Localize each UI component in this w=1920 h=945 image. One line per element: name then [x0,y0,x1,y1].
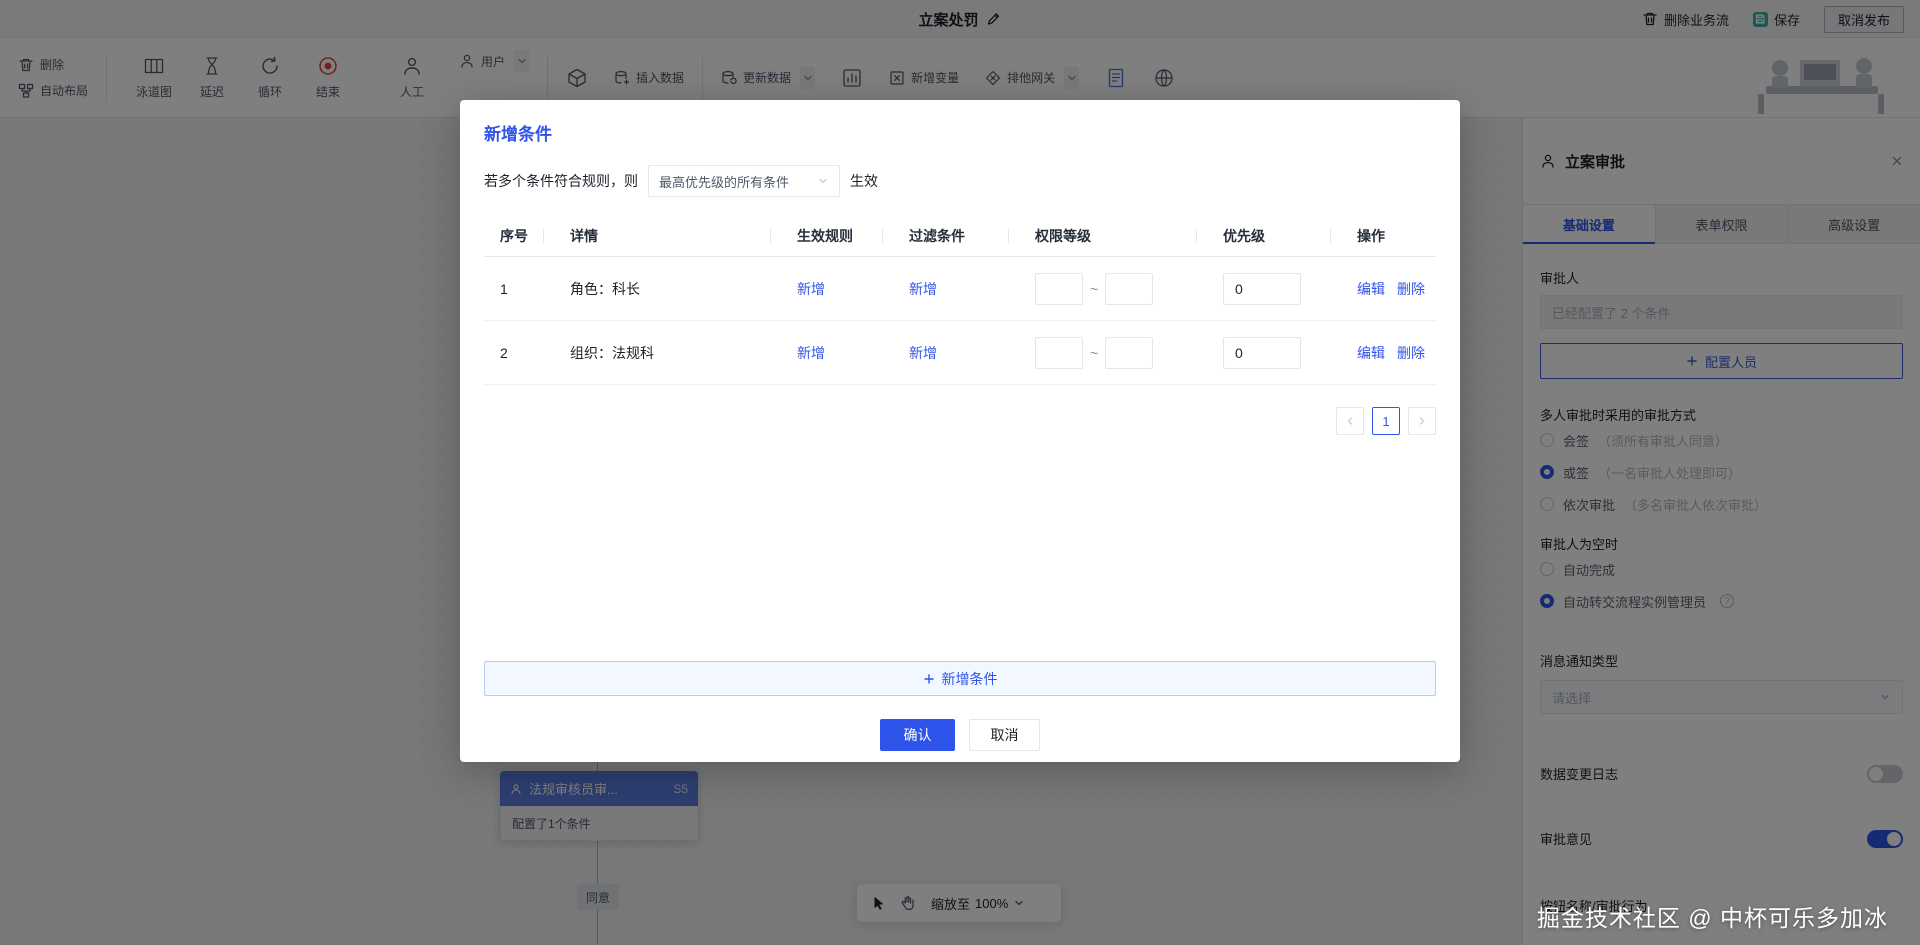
add-condition-modal: 新增条件 若多个条件符合规则，则 最高优先级的所有条件 生效 序号 详情 生效规… [460,100,1460,762]
chevron-left-icon [1344,415,1356,427]
table-row: 2 组织：法规科 新增 新增 ~ 0 编辑 删除 [484,321,1436,385]
flow-designer-app: 立案处罚 删除业务流 保存 取消发布 删除 [0,0,1920,945]
table-header-row: 序号 详情 生效规则 过滤条件 权限等级 优先级 操作 [484,215,1436,257]
chevron-down-icon [817,175,829,187]
plus-icon [923,673,935,685]
next-page-button[interactable] [1408,407,1436,435]
col-header-priority: 优先级 [1207,226,1341,246]
row-no: 1 [484,281,554,297]
row-no: 2 [484,345,554,361]
watermark: 掘金技术社区 @ 中杯可乐多加冰 [1537,899,1888,933]
range-separator: ~ [1090,345,1098,361]
col-header-permission-level: 权限等级 [1019,226,1207,246]
row-detail: 角色：科长 [554,279,781,299]
col-header-no: 序号 [484,226,554,246]
rule-suffix: 生效 [850,171,878,191]
rule-prefix: 若多个条件符合规则，则 [484,171,638,191]
delete-row-link[interactable]: 删除 [1397,343,1425,363]
edit-row-link[interactable]: 编辑 [1357,343,1385,363]
rule-select[interactable]: 最高优先级的所有条件 [648,165,840,197]
col-header-filter: 过滤条件 [893,226,1019,246]
permission-min-input[interactable] [1035,337,1083,369]
edit-row-link[interactable]: 编辑 [1357,279,1385,299]
filter-add-link[interactable]: 新增 [909,281,937,297]
modal-footer: 确认 取消 [460,719,1460,751]
priority-input[interactable]: 0 [1223,273,1301,305]
priority-input[interactable]: 0 [1223,337,1301,369]
delete-row-link[interactable]: 删除 [1397,279,1425,299]
confirm-button[interactable]: 确认 [880,719,955,751]
permission-max-input[interactable] [1105,273,1153,305]
conditions-table: 序号 详情 生效规则 过滤条件 权限等级 优先级 操作 1 角色：科长 新增 新… [484,215,1436,385]
effective-rule-add-link[interactable]: 新增 [797,281,825,297]
table-row: 1 角色：科长 新增 新增 ~ 0 编辑 删除 [484,257,1436,321]
rule-row: 若多个条件符合规则，则 最高优先级的所有条件 生效 [484,165,1436,197]
permission-max-input[interactable] [1105,337,1153,369]
modal-title: 新增条件 [484,120,1436,145]
add-condition-button[interactable]: 新增条件 [484,661,1436,696]
rule-selected-value: 最高优先级的所有条件 [659,172,789,191]
col-header-operations: 操作 [1341,226,1436,246]
effective-rule-add-link[interactable]: 新增 [797,345,825,361]
page-number-button[interactable]: 1 [1372,407,1400,435]
cancel-button[interactable]: 取消 [969,719,1040,751]
permission-min-input[interactable] [1035,273,1083,305]
filter-add-link[interactable]: 新增 [909,345,937,361]
add-condition-label: 新增条件 [942,669,998,689]
range-separator: ~ [1090,281,1098,297]
prev-page-button[interactable] [1336,407,1364,435]
pagination: 1 [484,407,1436,435]
col-header-effective-rule: 生效规则 [781,226,893,246]
col-header-detail: 详情 [554,226,781,246]
chevron-right-icon [1416,415,1428,427]
row-detail: 组织：法规科 [554,343,781,363]
